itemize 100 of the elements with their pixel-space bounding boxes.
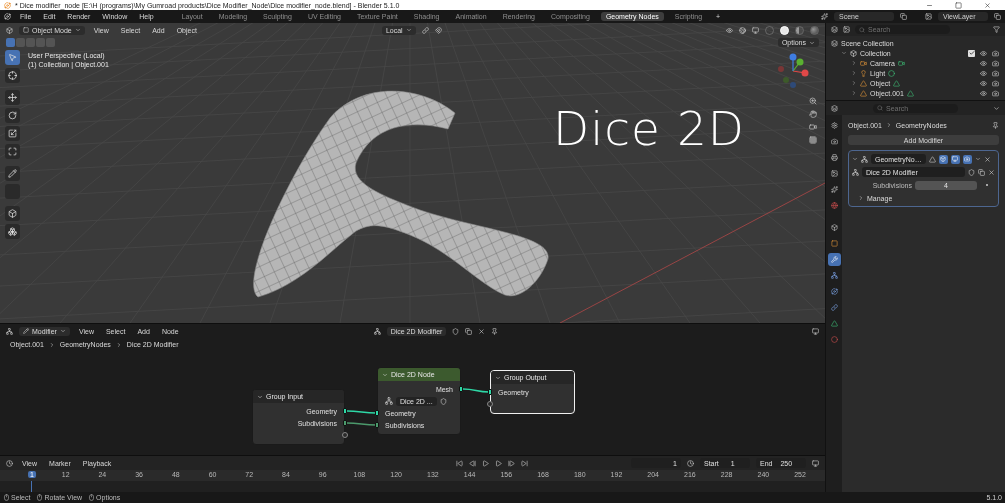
camera-icon[interactable]	[809, 123, 817, 131]
chevron-down-icon[interactable]	[382, 371, 388, 378]
tool-button[interactable]	[5, 224, 20, 239]
sparkles-icon	[830, 186, 838, 193]
copy-icon[interactable]	[978, 168, 985, 176]
checkbox[interactable]	[968, 49, 975, 57]
sphere-icon	[830, 336, 838, 343]
copy-icon[interactable]	[465, 327, 473, 335]
node-link[interactable]	[462, 388, 490, 393]
chevron-down-icon	[74, 27, 81, 33]
pointer-icon	[8, 53, 17, 62]
eye-icon[interactable]	[980, 59, 987, 67]
expand-toggle[interactable]	[851, 60, 857, 66]
node-link[interactable]	[346, 410, 377, 414]
camera-icon[interactable]	[992, 49, 999, 57]
close-icon[interactable]	[983, 155, 991, 163]
output-socket[interactable]	[343, 420, 347, 426]
camera-icon[interactable]	[992, 79, 999, 87]
cubes-icon	[8, 227, 17, 236]
box-icon	[830, 224, 838, 231]
expand-toggle[interactable]	[858, 195, 864, 201]
camera-icon[interactable]	[992, 89, 999, 97]
maximize-icon[interactable]	[955, 1, 962, 9]
node-tree-icon[interactable]	[852, 168, 859, 176]
rotate-icon	[8, 111, 17, 120]
expand-toggle[interactable]	[851, 90, 857, 96]
node-tree-icon[interactable]	[373, 327, 381, 335]
jump-start-icon[interactable]	[456, 459, 464, 467]
previous-key-icon[interactable]	[469, 459, 477, 467]
eye-icon[interactable]	[980, 79, 987, 87]
tool-button[interactable]	[5, 68, 20, 83]
shield-icon[interactable]	[968, 168, 975, 176]
tool-button[interactable]	[5, 126, 20, 141]
axis-gizmo-drawing[interactable]	[775, 53, 811, 89]
magnet-icon[interactable]	[434, 26, 442, 34]
input-socket[interactable]	[488, 389, 492, 395]
cube-icon	[8, 209, 17, 218]
empty-socket[interactable]	[342, 432, 348, 438]
eye-icon[interactable]	[726, 26, 733, 34]
app-logo-icon[interactable]	[4, 13, 11, 20]
toggle-button[interactable]	[938, 154, 948, 164]
camera-icon[interactable]	[992, 59, 999, 67]
triangle-icon	[830, 320, 838, 327]
toggle-button[interactable]	[962, 154, 972, 164]
chevron-down-icon[interactable]	[495, 374, 501, 381]
orbit-icon	[830, 288, 838, 295]
chevron-down-icon[interactable]	[974, 156, 981, 162]
jump-end-icon[interactable]	[521, 459, 529, 467]
mouse-icon	[3, 494, 10, 501]
hand-icon[interactable]	[809, 110, 817, 118]
copy-icon[interactable]	[900, 13, 907, 20]
play-icon[interactable]	[495, 459, 503, 467]
output-socket[interactable]	[343, 408, 347, 414]
clock-icon[interactable]	[6, 459, 13, 467]
toggle-button[interactable]	[950, 154, 960, 164]
chevron-down-icon	[405, 27, 412, 33]
close-icon[interactable]	[984, 1, 991, 9]
output-socket[interactable]	[459, 386, 463, 392]
shield-icon[interactable]	[439, 397, 447, 405]
eye-icon[interactable]	[980, 49, 987, 57]
wrench-icon	[830, 256, 838, 263]
tool-button[interactable]	[5, 206, 20, 221]
close-icon[interactable]	[478, 327, 486, 335]
pencil-icon	[23, 328, 29, 334]
grid-icon[interactable]	[809, 136, 817, 144]
search-icon	[877, 105, 883, 111]
empty-socket[interactable]	[487, 401, 493, 407]
shield-icon[interactable]	[452, 327, 460, 335]
filter-icon[interactable]	[993, 26, 1000, 33]
next-key-icon[interactable]	[508, 459, 516, 467]
pencil-icon	[8, 169, 17, 178]
eye-icon[interactable]	[980, 89, 987, 97]
tool-button[interactable]	[5, 90, 20, 105]
clock-icon[interactable]	[687, 459, 694, 467]
expand-toggle[interactable]	[851, 70, 857, 76]
chevron-down-icon[interactable]	[852, 156, 858, 162]
eye-icon[interactable]	[980, 69, 987, 77]
camera-icon[interactable]	[992, 69, 999, 77]
zoom-icon[interactable]	[809, 97, 817, 105]
copy-icon[interactable]	[994, 13, 1001, 20]
pin-icon[interactable]	[992, 121, 999, 129]
expand-toggle[interactable]	[851, 80, 857, 86]
link-icon[interactable]	[421, 26, 429, 34]
properties-tab[interactable]	[827, 253, 841, 266]
expand-toggle[interactable]	[841, 50, 847, 56]
camera-icon	[860, 59, 867, 67]
tool-button[interactable]	[5, 108, 20, 123]
chevron-right-icon	[885, 122, 892, 128]
input-socket[interactable]	[375, 410, 379, 416]
pin-icon[interactable]	[491, 327, 499, 335]
input-socket[interactable]	[375, 422, 379, 428]
chevron-down-icon[interactable]	[993, 104, 1000, 112]
tool-button[interactable]	[5, 166, 20, 181]
chevron-down-icon[interactable]	[257, 393, 263, 400]
search-icon	[859, 26, 865, 33]
printer-icon	[830, 154, 838, 161]
chevron-down-icon	[809, 39, 815, 46]
node-tree-icon	[385, 397, 393, 405]
node-link[interactable]	[346, 422, 377, 426]
node-tree-icon	[861, 155, 868, 163]
